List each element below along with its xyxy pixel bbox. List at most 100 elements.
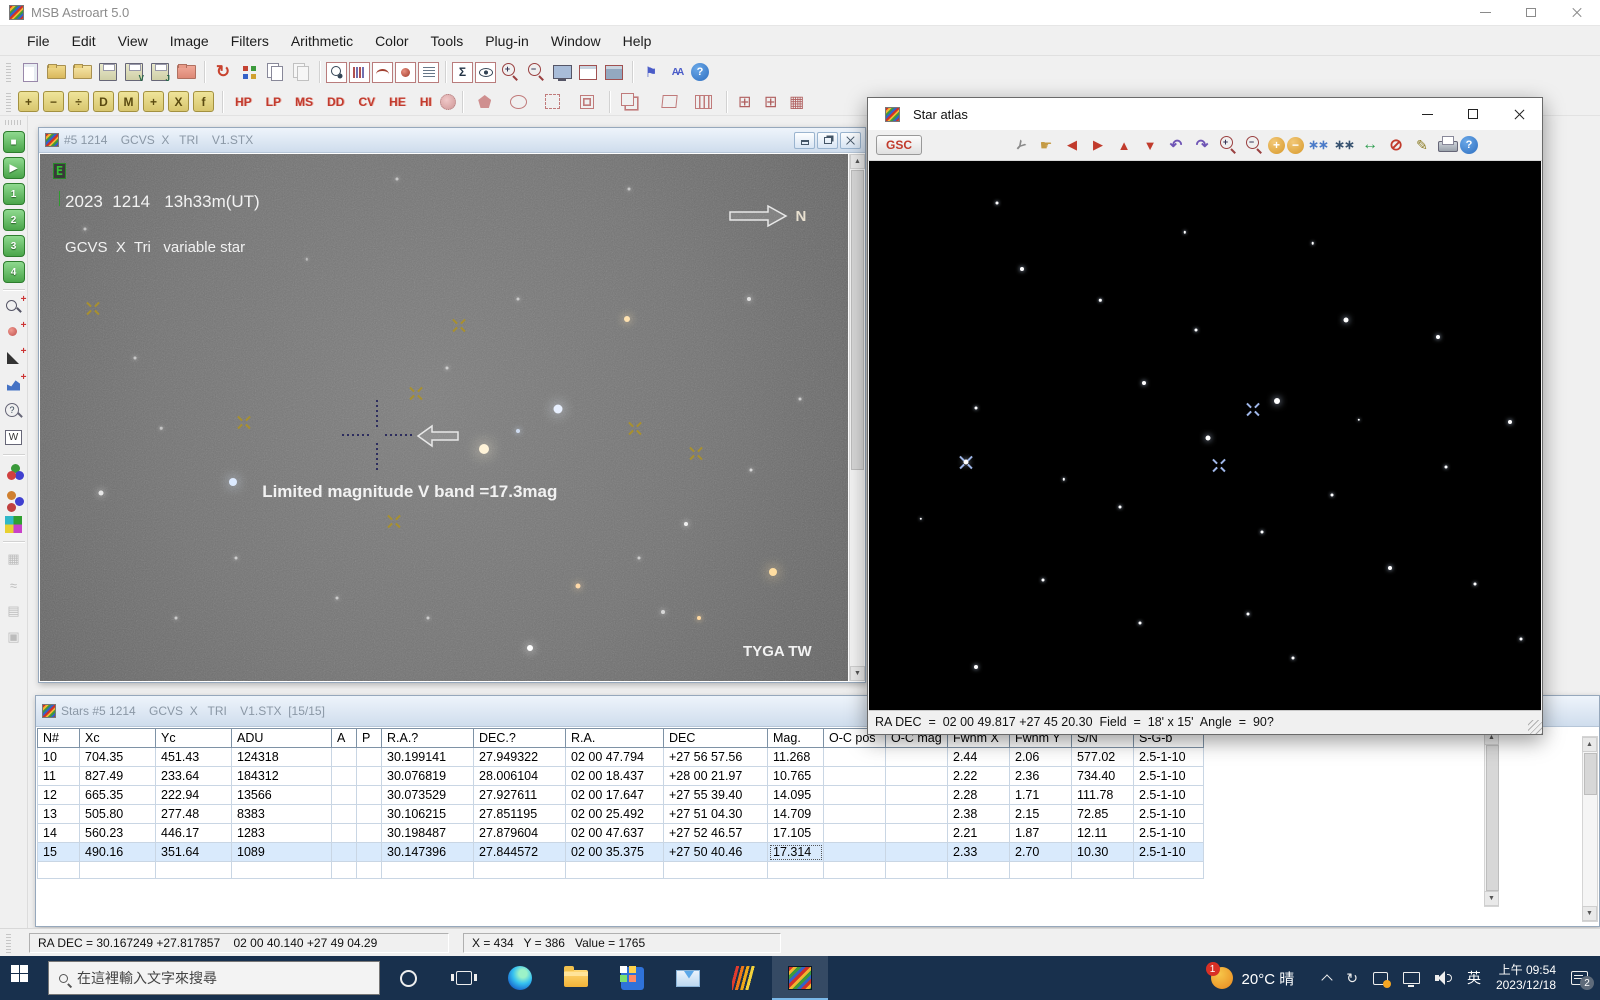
image-minimize-button[interactable] — [794, 132, 815, 149]
star-atlas-titlebar[interactable]: Star atlas — [868, 98, 1542, 130]
paste-icon[interactable] — [289, 60, 313, 84]
rgb-merge-icon[interactable] — [3, 461, 25, 483]
table-cell[interactable] — [886, 748, 948, 767]
dd-filter-button[interactable]: DD — [321, 90, 350, 114]
rotate-cw-icon[interactable]: ↷ — [1190, 133, 1214, 157]
image-close-button[interactable] — [840, 132, 861, 149]
help-icon[interactable]: ? — [691, 63, 709, 81]
polygon-select-icon[interactable] — [473, 90, 497, 114]
zoom-in-icon[interactable]: + — [498, 60, 522, 84]
atlas-select-icon[interactable]: ☛ — [1034, 133, 1058, 157]
table-cell[interactable]: 11 — [38, 767, 80, 786]
menu-arithmetic[interactable]: Arithmetic — [280, 33, 364, 49]
table-cell[interactable] — [80, 862, 156, 879]
pan-up-icon[interactable]: ▲ — [1112, 133, 1136, 157]
table-cell[interactable]: 704.35 — [80, 748, 156, 767]
fewer-stars-icon[interactable]: − — [1287, 137, 1304, 154]
table-cell[interactable] — [357, 767, 382, 786]
taskbar-search-input[interactable]: 在這裡輸入文字來搜尋 — [48, 961, 380, 995]
table-cell[interactable]: 124318 — [232, 748, 332, 767]
table-cell[interactable]: 27.949322 — [474, 748, 566, 767]
table-row-empty[interactable] — [38, 862, 1204, 879]
table-cell[interactable] — [824, 843, 886, 862]
table-cell[interactable]: 2.5-1-10 — [1134, 805, 1204, 824]
table-cell[interactable]: 1283 — [232, 824, 332, 843]
compare-icon[interactable]: AA — [665, 60, 689, 84]
find-stars-icon[interactable]: + — [3, 296, 25, 318]
mail-button[interactable] — [660, 956, 716, 1000]
table-cell[interactable]: 1.71 — [1010, 786, 1072, 805]
table-cell[interactable] — [886, 824, 948, 843]
column-header[interactable]: ADU — [232, 729, 332, 748]
table-cell[interactable]: 27.851195 — [474, 805, 566, 824]
menu-filters[interactable]: Filters — [220, 33, 280, 49]
task-view-button[interactable] — [436, 956, 492, 1000]
table-cell[interactable]: 30.073529 — [382, 786, 474, 805]
hi-filter-button[interactable]: HI — [414, 90, 438, 114]
table-cell[interactable] — [357, 786, 382, 805]
table-cell[interactable]: 351.64 — [156, 843, 232, 862]
table-cell[interactable]: 11.268 — [768, 748, 824, 767]
table-cell[interactable]: 2.5-1-10 — [1134, 786, 1204, 805]
menu-plugin[interactable]: Plug-in — [474, 33, 540, 49]
table-cell[interactable] — [566, 862, 664, 879]
hide-objects-icon[interactable]: ⊘ — [1384, 133, 1408, 157]
table-cell[interactable]: 8383 — [232, 805, 332, 824]
file-explorer-button[interactable] — [548, 956, 604, 1000]
table-cell[interactable]: 490.16 — [80, 843, 156, 862]
window-normal-icon[interactable] — [576, 60, 600, 84]
add-button[interactable]: + — [18, 91, 39, 112]
table-cell[interactable]: 10.765 — [768, 767, 824, 786]
table-row[interactable]: 12665.35222.941356630.07352927.92761102 … — [38, 786, 1204, 805]
scroll-down-icon[interactable]: ▼ — [850, 666, 865, 681]
atlas-zoom-in-icon[interactable]: + — [1216, 133, 1240, 157]
app-close-button[interactable] — [1554, 0, 1600, 25]
table-cell[interactable]: 13566 — [232, 786, 332, 805]
weather-widget[interactable]: 1 20°C 晴 — [1211, 967, 1295, 989]
scrollbar-thumb[interactable] — [851, 170, 864, 470]
median-button[interactable]: M — [118, 91, 139, 112]
full-screen-icon[interactable] — [550, 60, 574, 84]
ellipse-select-icon[interactable] — [507, 90, 531, 114]
table-cell[interactable]: 2.5-1-10 — [1134, 748, 1204, 767]
more-stars-icon[interactable]: + — [1268, 137, 1285, 154]
dark-button[interactable]: D — [93, 91, 114, 112]
open-all-icon[interactable] — [70, 60, 94, 84]
table-cell[interactable]: 577.02 — [1072, 748, 1134, 767]
disabled-tool-1-icon[interactable]: ▦ — [3, 548, 25, 570]
menu-view[interactable]: View — [107, 33, 159, 49]
new-file-icon[interactable] — [18, 60, 42, 84]
multiply-button[interactable]: X — [168, 91, 189, 112]
volume-tray-icon[interactable] — [1435, 971, 1452, 985]
blink-play-icon[interactable]: ▶ — [3, 157, 25, 179]
table-cell[interactable] — [332, 786, 357, 805]
table-cell[interactable]: 184312 — [232, 767, 332, 786]
table-cell[interactable]: 2.44 — [948, 748, 1010, 767]
table-cell[interactable]: 2.28 — [948, 786, 1010, 805]
close-image-icon[interactable] — [174, 60, 198, 84]
table-cell[interactable]: 28.006104 — [474, 767, 566, 786]
table-cell[interactable]: 560.23 — [80, 824, 156, 843]
photometry-icon[interactable]: + — [3, 322, 25, 344]
astroart-taskbar-button[interactable] — [772, 956, 828, 1000]
table-cell[interactable] — [1134, 862, 1204, 879]
menu-window[interactable]: Window — [540, 33, 612, 49]
table-cell[interactable]: 14.709 — [768, 805, 824, 824]
table-cell[interactable]: 17.105 — [768, 824, 824, 843]
table-cell[interactable]: +27 51 04.30 — [664, 805, 768, 824]
table-cell[interactable]: 2.22 — [948, 767, 1010, 786]
table-cell[interactable]: 02 00 47.637 — [566, 824, 664, 843]
table-cell[interactable]: 2.5-1-10 — [1134, 824, 1204, 843]
atlas-maximize-button[interactable] — [1450, 98, 1496, 130]
zoom-out-icon[interactable]: − — [524, 60, 548, 84]
display-tray-icon[interactable] — [1403, 972, 1420, 984]
table-cell[interactable]: 827.49 — [80, 767, 156, 786]
histogram-icon[interactable] — [349, 62, 370, 83]
chat-tray-icon[interactable] — [1373, 972, 1388, 985]
table-cell[interactable]: 1089 — [232, 843, 332, 862]
table-cell[interactable]: 2.15 — [1010, 805, 1072, 824]
column-header[interactable]: Yc — [156, 729, 232, 748]
table-row[interactable]: 10704.35451.4312431830.19914127.94932202… — [38, 748, 1204, 767]
edge-button[interactable] — [492, 956, 548, 1000]
notification-button[interactable]: 2 — [1571, 971, 1588, 985]
